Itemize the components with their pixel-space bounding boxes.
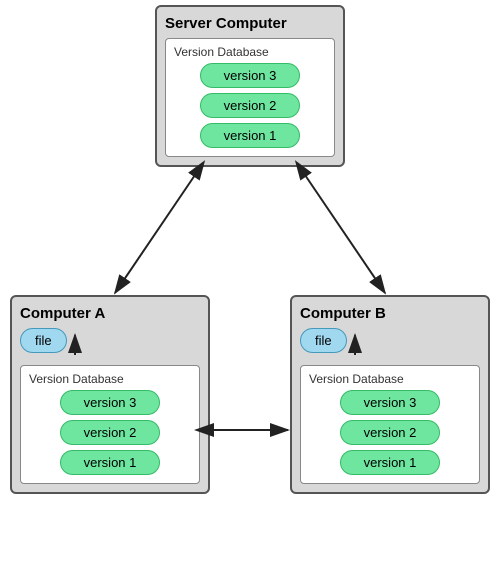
computer-a-version-3: version 3 bbox=[60, 390, 160, 415]
computer-a-db-label: Version Database bbox=[29, 372, 191, 386]
server-computer-box: Server Computer Version Database version… bbox=[155, 5, 345, 167]
diagram: Server Computer Version Database version… bbox=[0, 0, 500, 563]
computer-a-version-2: version 2 bbox=[60, 420, 160, 445]
server-version-3: version 3 bbox=[200, 63, 300, 88]
computer-a-box: Computer A file Version Database version… bbox=[10, 295, 210, 494]
computer-b-version-2: version 2 bbox=[340, 420, 440, 445]
server-db-label: Version Database bbox=[174, 45, 326, 59]
computer-b-file: file bbox=[300, 328, 347, 353]
computer-b-db-area: Version Database version 3 version 2 ver… bbox=[300, 365, 480, 484]
server-version-1: version 1 bbox=[200, 123, 300, 148]
computer-a-file: file bbox=[20, 328, 67, 353]
computer-b-box: Computer B file Version Database version… bbox=[290, 295, 490, 494]
computer-b-version-1: version 1 bbox=[340, 450, 440, 475]
computer-a-version-1: version 1 bbox=[60, 450, 160, 475]
computer-a-db-area: Version Database version 3 version 2 ver… bbox=[20, 365, 200, 484]
arrow-server-to-b bbox=[305, 175, 385, 293]
server-title: Server Computer bbox=[165, 15, 335, 32]
computer-a-title: Computer A bbox=[20, 305, 200, 322]
server-db-area: Version Database version 3 version 2 ver… bbox=[165, 38, 335, 157]
computer-b-db-label: Version Database bbox=[309, 372, 471, 386]
server-version-2: version 2 bbox=[200, 93, 300, 118]
computer-b-title: Computer B bbox=[300, 305, 480, 322]
computer-b-version-3: version 3 bbox=[340, 390, 440, 415]
arrow-server-to-a bbox=[115, 175, 195, 293]
